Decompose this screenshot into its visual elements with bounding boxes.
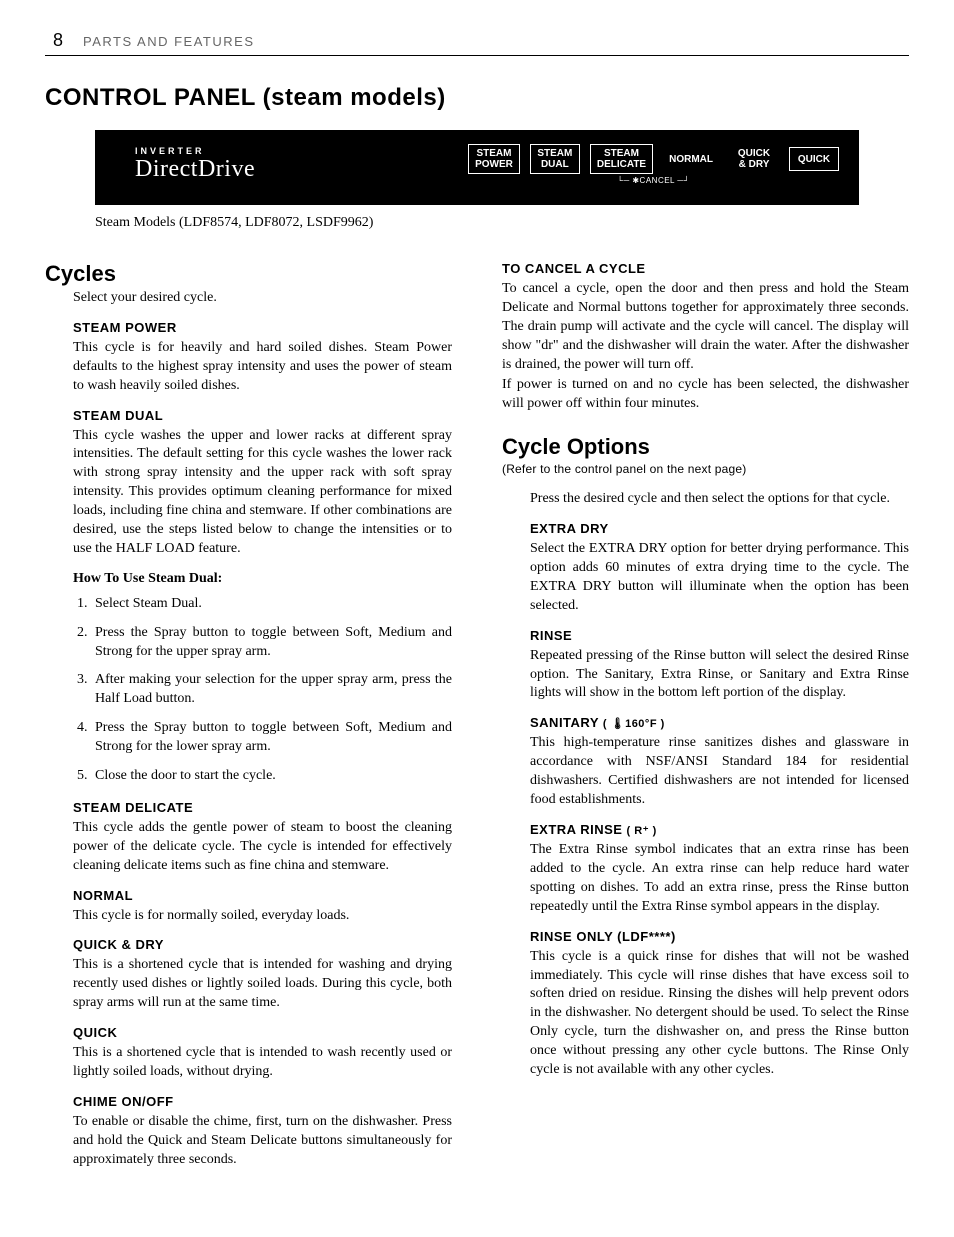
rinse-only-text: This cycle is a quick rinse for dishes t… [530,948,909,1080]
cycle-options-note: (Refer to the control panel on the next … [502,462,909,476]
panel-cancel-label: └─ ✱CANCEL ─┘ [617,176,689,185]
page-number: 8 [53,30,63,51]
chime-text: To enable or disable the chime, first, t… [73,1113,452,1170]
panel-btn-steam-delicate: STEAMDELICATE [590,144,653,174]
steam-dual-text: This cycle washes the upper and lower ra… [73,427,452,559]
cycle-options-heading: Cycle Options [502,434,909,460]
extra-dry-text: Select the EXTRA DRY option for better d… [530,540,909,616]
chime-heading: CHIME ON/OFF [73,1094,452,1109]
control-panel: INVERTER DirectDrive STEAMPOWER STEAMDUA… [95,130,859,205]
steam-power-heading: STEAM POWER [73,320,452,335]
panel-btn-quick: QUICK [789,147,839,171]
extra-dry-heading: EXTRA DRY [530,521,909,536]
rinse-text: Repeated pressing of the Rinse button wi… [530,647,909,704]
quick-dry-text: This is a shortened cycle that is intend… [73,956,452,1013]
brand-inverter: INVERTER [135,146,255,156]
body-columns: Cycles Select your desired cycle. STEAM … [45,261,909,1182]
cycles-intro: Select your desired cycle. [73,289,452,308]
rinse-heading: RINSE [530,628,909,643]
control-panel-figure: INVERTER DirectDrive STEAMPOWER STEAMDUA… [95,130,859,205]
step-item: Press the Spray button to toggle between… [91,624,452,662]
step-item: Press the Spray button to toggle between… [91,719,452,757]
steam-delicate-heading: STEAM DELICATE [73,800,452,815]
section-name: PARTS AND FEATURES [83,34,254,49]
thermometer-icon: ( 🌡160°F ) [603,718,665,730]
step-item: Select Steam Dual. [91,595,452,614]
rinse-only-heading: RINSE ONLY (LDF****) [530,929,909,944]
quick-heading: QUICK [73,1025,452,1040]
steam-power-text: This cycle is for heavily and hard soile… [73,339,452,396]
cycle-options-intro: Press the desired cycle and then select … [530,490,909,509]
steam-delicate-text: This cycle adds the gentle power of stea… [73,819,452,876]
howto-steps: Select Steam Dual. Press the Spray butto… [91,595,452,786]
right-column: TO CANCEL A CYCLE To cancel a cycle, ope… [502,261,909,1182]
extra-rinse-text: The Extra Rinse symbol indicates that an… [530,841,909,917]
cancel-cycle-heading: TO CANCEL A CYCLE [502,261,909,276]
r-plus-icon: ( R⁺ ) [627,825,657,837]
left-column: Cycles Select your desired cycle. STEAM … [45,261,452,1182]
panel-btn-quick-dry: QUICK& DRY [729,145,779,173]
page-header: 8 PARTS AND FEATURES [45,30,909,56]
panel-button-row: STEAMPOWER STEAMDUAL STEAMDELICATE NORMA… [468,144,839,174]
panel-btn-steam-dual: STEAMDUAL [530,144,580,174]
brand-directdrive: DirectDrive [135,156,255,183]
page-title: CONTROL PANEL (steam models) [45,84,909,112]
cycles-heading: Cycles [45,261,452,287]
cancel-cycle-text-2: If power is turned on and no cycle has b… [502,376,909,414]
cancel-cycle-text-1: To cancel a cycle, open the door and the… [502,280,909,374]
sanitary-text: This high-temperature rinse sanitizes di… [530,734,909,810]
extra-rinse-heading: EXTRA RINSE ( R⁺ ) [530,822,909,837]
normal-text: This cycle is for normally soiled, every… [73,907,452,926]
panel-btn-steam-power: STEAMPOWER [468,144,520,174]
normal-heading: NORMAL [73,888,452,903]
quick-text: This is a shortened cycle that is intend… [73,1044,452,1082]
howto-heading: How To Use Steam Dual: [73,571,452,587]
sanitary-heading: SANITARY ( 🌡160°F ) [530,715,909,730]
step-item: After making your selection for the uppe… [91,671,452,709]
step-item: Close the door to start the cycle. [91,767,452,786]
figure-caption: Steam Models (LDF8574, LDF8072, LSDF9962… [95,215,859,231]
steam-dual-heading: STEAM DUAL [73,408,452,423]
panel-btn-normal: NORMAL [663,147,719,171]
brand-block: INVERTER DirectDrive [135,146,255,183]
quick-dry-heading: QUICK & DRY [73,937,452,952]
